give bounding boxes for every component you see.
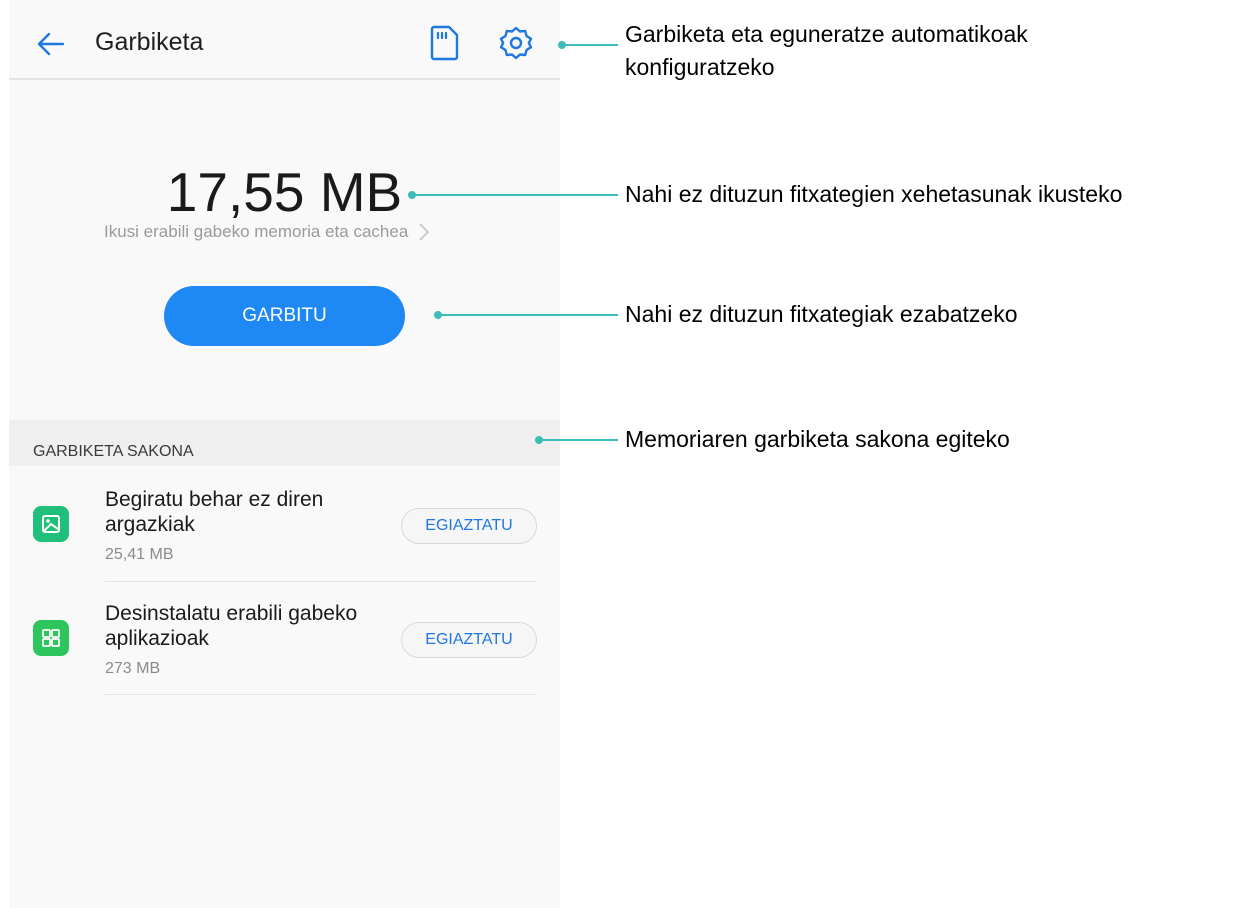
list-item-title: Begiratu behar ez diren argazkiak	[105, 488, 324, 536]
callout-line	[539, 439, 618, 441]
callout-line	[412, 194, 618, 196]
check-photos-button[interactable]: EGIAZTATU	[401, 508, 537, 544]
callout-line	[438, 314, 618, 316]
arrow-left-icon[interactable]	[35, 28, 67, 60]
annotation-clean: Nahi ez dituzun fitxategiak ezabatzeko	[625, 301, 1018, 327]
list-item-title: Desinstalatu erabili gabeko aplikazioak	[105, 602, 358, 650]
apps-grid-icon	[33, 620, 69, 656]
callout-line	[562, 44, 618, 46]
check-apps-button[interactable]: EGIAZTATU	[401, 622, 537, 658]
annotation-details: Nahi ez dituzun fitxategien xehetasunak …	[625, 181, 1123, 207]
sd-card-icon[interactable]	[427, 24, 461, 62]
page-title: Garbiketa	[95, 28, 204, 56]
chevron-right-icon	[419, 223, 430, 241]
list-item-size: 25,41 MB	[105, 546, 174, 563]
header-divider	[9, 78, 560, 80]
annotation-deep: Memoriaren garbiketa sakona egiteko	[625, 426, 1010, 452]
list-item-photos[interactable]: Begiratu behar ez diren argazkiak 25,41 …	[9, 466, 560, 582]
junk-size-value: 17,55 MB	[166, 161, 403, 223]
clean-button[interactable]: GARBITU	[164, 286, 405, 346]
deep-clean-section-header: GARBIKETA SAKONA	[9, 420, 560, 466]
list-divider	[105, 694, 537, 695]
details-link-label: Ikusi erabili gabeko memoria eta cachea	[104, 222, 409, 241]
list-item-size: 273 MB	[105, 660, 161, 677]
annotation-settings: Garbiketa eta eguneratze automatikoak ko…	[625, 21, 1028, 80]
details-link[interactable]: Ikusi erabili gabeko memoria eta cachea	[104, 222, 430, 242]
list-item-apps[interactable]: Desinstalatu erabili gabeko aplikazioak …	[9, 580, 560, 695]
image-icon	[33, 506, 69, 542]
gear-icon[interactable]	[497, 24, 535, 62]
top-app-bar: Garbiketa	[9, 0, 560, 78]
cleanup-screen: Garbiketa 17,55 MB Ikusi erabili gabeko …	[9, 0, 560, 908]
deep-clean-header-label: GARBIKETA SAKONA	[33, 443, 194, 460]
